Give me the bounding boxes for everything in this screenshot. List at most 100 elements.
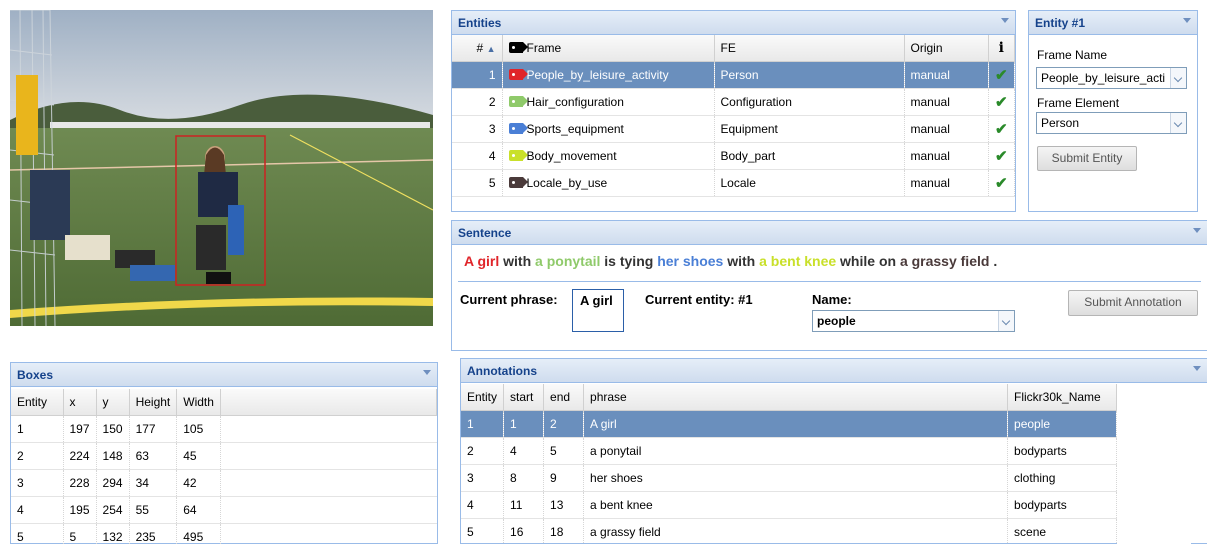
table-cell: 254: [96, 496, 130, 524]
table-cell: 495: [176, 523, 221, 544]
annotated-photo[interactable]: [10, 10, 433, 326]
entity-frame: Hair_configuration: [526, 94, 624, 109]
table-cell: 294: [96, 469, 130, 497]
entity-origin: manual: [904, 61, 989, 89]
photo-canvas: [10, 10, 433, 326]
collapse-icon[interactable]: [1193, 228, 1201, 233]
table-cell: 148: [96, 442, 130, 470]
table-row[interactable]: 5 5 132 235 495: [11, 523, 437, 544]
sentence-word: .: [989, 253, 998, 269]
table-row[interactable]: 1 197 150 177 105: [11, 415, 437, 443]
chevron-down-icon[interactable]: [1170, 68, 1186, 88]
table-row[interactable]: 3 228 294 34 42: [11, 469, 437, 497]
entity-origin: manual: [904, 142, 989, 170]
name-label: Name:: [812, 292, 852, 307]
table-cell: 34: [129, 469, 178, 497]
entity-origin: manual: [904, 115, 989, 143]
col-info[interactable]: i: [988, 35, 1015, 62]
sentence-phrase[interactable]: a bent knee: [759, 253, 836, 269]
col-start[interactable]: start: [503, 384, 545, 411]
col-phrase[interactable]: phrase: [583, 384, 1009, 411]
sentence-phrase[interactable]: A girl: [464, 253, 499, 269]
table-cell: 16: [503, 518, 545, 544]
table-cell: 235: [129, 523, 178, 544]
entity-row[interactable]: 5 Locale_by_use Locale manual ✔: [452, 169, 1015, 197]
table-cell: 1: [11, 415, 64, 443]
table-cell-filler: [220, 442, 437, 470]
annotations-title: Annotations: [467, 364, 537, 378]
annotations-table: Entity start end phrase Flickr30k_Name 1…: [461, 384, 1191, 544]
table-cell: 132: [96, 523, 130, 544]
boxes-panel-header: Boxes: [11, 363, 437, 387]
entity-origin: manual: [904, 88, 989, 116]
table-cell: 11: [503, 491, 545, 519]
collapse-icon[interactable]: [1183, 18, 1191, 23]
table-cell: 64: [176, 496, 221, 524]
sentence-title: Sentence: [458, 226, 512, 240]
table-cell: 228: [63, 469, 97, 497]
check-icon: ✔: [994, 66, 1008, 84]
entity-frame-cell: Locale_by_use: [502, 169, 715, 197]
collapse-icon[interactable]: [423, 370, 431, 375]
col-frame[interactable]: Frame: [502, 35, 715, 62]
boxes-table: Entity x y Height Width 1 197 150 177 105 2 22…: [11, 389, 438, 544]
entity-row[interactable]: 3 Sports_equipment Equipment manual ✔: [452, 115, 1015, 143]
sentence-phrase[interactable]: her shoes: [657, 253, 723, 269]
table-cell: 177: [129, 415, 178, 443]
col-end[interactable]: end: [543, 384, 585, 411]
entity-frame-cell: Hair_configuration: [502, 88, 715, 116]
annotation-row[interactable]: 245a ponytail bodyparts: [461, 437, 1191, 465]
entity-row[interactable]: 1 People_by_leisure_activity Person manual ✔: [452, 61, 1015, 89]
col-height[interactable]: Height: [129, 389, 178, 416]
table-cell: 5: [543, 437, 585, 465]
tag-icon: [508, 122, 528, 134]
col-x[interactable]: x: [63, 389, 97, 416]
table-cell: 105: [176, 415, 221, 443]
entities-title: Entities: [458, 16, 502, 30]
col-number-label: #: [476, 40, 484, 55]
entity-form-panel: Entity #1 Frame Name People_by_leisure_a…: [1028, 10, 1198, 212]
chevron-down-icon[interactable]: [1170, 113, 1186, 133]
table-cell: 13: [543, 491, 585, 519]
name-value: people: [817, 314, 856, 328]
table-row[interactable]: 4 195 254 55 64: [11, 496, 437, 524]
col-width[interactable]: Width: [176, 389, 221, 416]
col-origin[interactable]: Origin: [904, 35, 989, 62]
table-cell: 4: [503, 437, 545, 465]
annotation-row[interactable]: 112A girl people: [461, 410, 1191, 438]
check-icon: ✔: [994, 147, 1008, 165]
col-entity[interactable]: Entity: [461, 384, 505, 411]
frame-element-select[interactable]: Person: [1036, 112, 1187, 134]
entity-row[interactable]: 2 Hair_configuration Configuration manual ✔: [452, 88, 1015, 116]
annotation-row[interactable]: 4 11 13 a bent knee bodyparts: [461, 491, 1191, 519]
name-select[interactable]: people: [812, 310, 1015, 332]
boxes-panel: Boxes Entity x y Height Width 1 197 150 177…: [10, 362, 438, 544]
annotation-row[interactable]: 3 8 9 her shoes clothing: [461, 464, 1191, 492]
col-entity[interactable]: Entity: [11, 389, 64, 416]
table-cell: 2: [543, 410, 585, 438]
annotation-row[interactable]: 5 16 18 a grassy field scene: [461, 518, 1191, 544]
entity-row[interactable]: 4 Body_movement Body_part manual ✔: [452, 142, 1015, 170]
entities-panel: Entities # ▲ Frame FE Origin i 1 People_b…: [451, 10, 1016, 212]
submit-annotation-button[interactable]: Submit Annotation: [1068, 290, 1198, 316]
table-cell: 150: [96, 415, 130, 443]
col-flickr-name[interactable]: Flickr30k_Name: [1007, 384, 1118, 411]
col-y[interactable]: y: [96, 389, 130, 416]
entity-status-cell: ✔: [988, 169, 1015, 197]
table-row[interactable]: 2 224 148 63 45: [11, 442, 437, 470]
col-number[interactable]: # ▲: [452, 35, 503, 62]
collapse-icon[interactable]: [1193, 366, 1201, 371]
chevron-down-icon[interactable]: [998, 311, 1014, 331]
table-cell-filler: [220, 523, 437, 544]
col-fe[interactable]: FE: [714, 35, 905, 62]
table-cell: 197: [63, 415, 97, 443]
submit-entity-button[interactable]: Submit Entity: [1037, 146, 1137, 171]
frame-name-select[interactable]: People_by_leisure_acti: [1036, 67, 1187, 89]
collapse-icon[interactable]: [1001, 18, 1009, 23]
entity-frame-cell: People_by_leisure_activity: [502, 61, 715, 89]
entity-frame: People_by_leisure_activity: [526, 67, 669, 82]
sentence-phrase[interactable]: a grassy field: [900, 253, 990, 269]
sentence-phrase[interactable]: a ponytail: [535, 253, 600, 269]
entity-status-cell: ✔: [988, 88, 1015, 116]
table-cell: 5: [461, 518, 505, 544]
